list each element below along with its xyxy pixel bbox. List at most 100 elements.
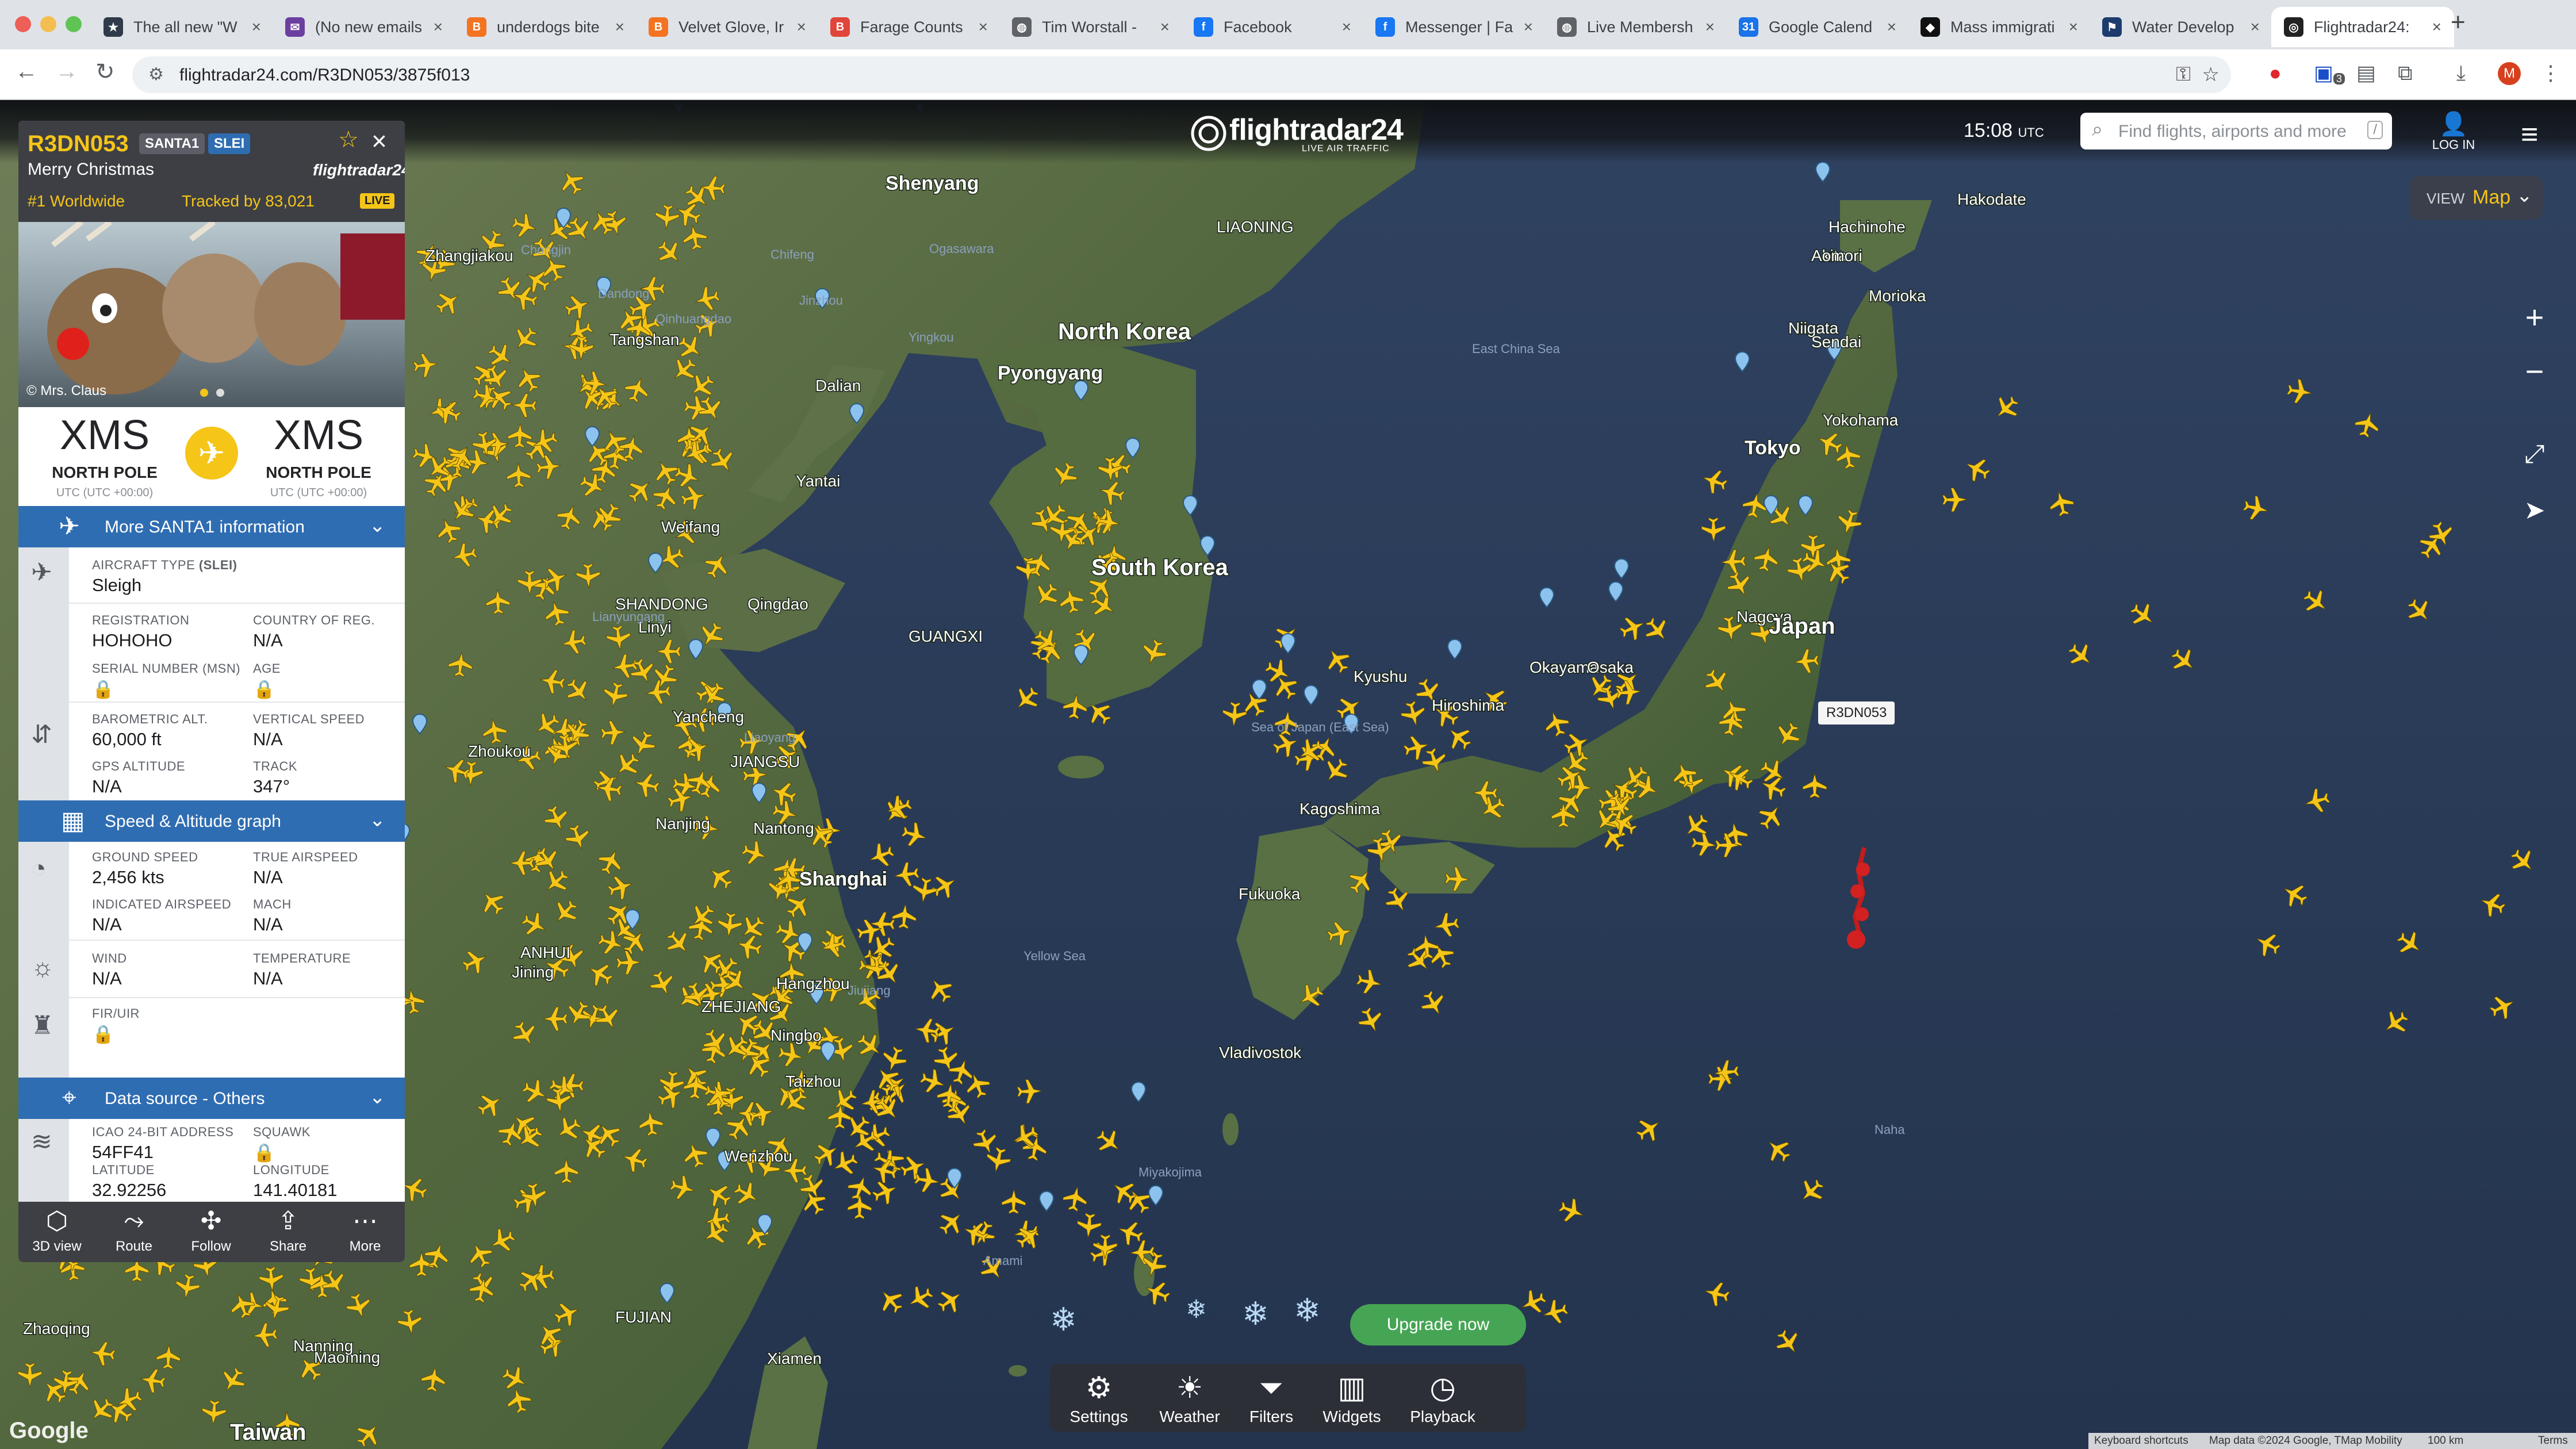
new-tab-button[interactable]: + [2451, 8, 2466, 37]
tab-title: Velvet Glove, Ir [678, 18, 784, 36]
weather-button[interactable]: ☀ Weather [1147, 1371, 1233, 1426]
browser-tab[interactable]: f Facebook × [1181, 7, 1364, 47]
route-button[interactable]: ⤳ Route [95, 1202, 172, 1262]
aircraft-type-badge: SLEI [208, 133, 251, 154]
share-button[interactable]: ⇪ Share [250, 1202, 327, 1262]
origin-timezone: UTC (UTC +00:00) [56, 486, 154, 499]
site-info-icon[interactable]: ⚙ [148, 64, 164, 85]
keyboard-shortcuts-link[interactable]: Keyboard shortcuts [2094, 1435, 2188, 1447]
destination-code[interactable]: XMS [232, 412, 405, 459]
widgets-button[interactable]: ▥ Widgets [1309, 1371, 1395, 1426]
fullscreen-icon[interactable]: ⤢ [2510, 430, 2559, 478]
browser-tab[interactable]: 31 Google Calend × [1726, 7, 1909, 47]
minimize-window-button[interactable] [40, 16, 56, 32]
settings-button[interactable]: ⚙ Settings [1056, 1371, 1142, 1426]
speed-body: GROUND SPEED 2,456 kts TRUE AIRSPEED N/A I… [69, 842, 405, 1078]
address-bar[interactable]: ⚙ flightradar24.com/R3DN053/3875f013 ⚿ ☆ [132, 56, 2231, 93]
data-source-section-toggle[interactable]: ⌖ Data source - Others ⌄ [18, 1078, 405, 1119]
amami-island [1222, 1113, 1239, 1145]
map-place-label: Jining [512, 963, 554, 981]
chevron-down-icon: ⌄ [369, 515, 386, 536]
zoom-window-button[interactable] [66, 16, 82, 32]
map-place-label: Morioka [1869, 287, 1926, 305]
close-tab-icon[interactable]: × [2069, 18, 2078, 36]
map-place-label: Xiamen [767, 1350, 822, 1367]
locate-me-icon[interactable]: ➤ [2510, 486, 2559, 535]
close-tab-icon[interactable]: × [797, 18, 806, 36]
tab-title: Messenger | Fa [1405, 18, 1513, 36]
close-tab-icon[interactable]: × [2432, 18, 2441, 36]
more-button[interactable]: ⋯ More [327, 1202, 404, 1262]
login-button[interactable]: 👤 LOG IN [2428, 110, 2479, 152]
map-place-label: Japan [1769, 614, 1835, 639]
close-panel-icon[interactable]: × [371, 125, 387, 156]
browser-menu-icon[interactable]: ⋮ [2540, 61, 2561, 85]
close-tab-icon[interactable]: × [434, 18, 443, 36]
selected-flight-map-label[interactable]: R3DN053 [1818, 702, 1895, 724]
close-tab-icon[interactable]: × [1887, 18, 1896, 36]
origin-city: NORTH POLE [52, 463, 158, 481]
back-icon[interactable]: ← [15, 59, 38, 85]
terms-link[interactable]: Terms [2538, 1435, 2568, 1447]
map-place-label: Wenzhou [724, 1147, 792, 1165]
browser-tab[interactable]: f Messenger | Fa × [1363, 7, 1546, 47]
close-tab-icon[interactable]: × [1705, 18, 1715, 36]
origin-code[interactable]: XMS [18, 412, 191, 459]
browser-tab[interactable]: Bunderdogs bite × [454, 7, 637, 47]
close-tab-icon[interactable]: × [252, 18, 261, 36]
browser-tab-active[interactable]: ◎ Flightradar24: × [2271, 7, 2454, 47]
extension-badge: 3 [2333, 73, 2345, 85]
close-tab-icon[interactable]: × [1342, 18, 1351, 36]
fr24-logo[interactable]: flightradar24 LIVE AIR TRAFFIC [1190, 112, 1404, 158]
aircraft-type-field: AIRCRAFT TYPE (SLEI) Sleigh [92, 558, 237, 595]
close-tab-icon[interactable]: × [615, 18, 624, 36]
map-place-label: FUJIAN [615, 1308, 672, 1326]
search-input[interactable]: ⌕ Find flights, airports and more / [2080, 113, 2392, 150]
browser-tab[interactable]: ◆ Mass immigrati × [1908, 7, 2091, 47]
extension-icon[interactable]: ▣ 3 [2314, 61, 2345, 85]
close-tab-icon[interactable]: × [1524, 18, 1533, 36]
3d-view-button[interactable]: ⬡ 3D view [18, 1202, 95, 1262]
photo-carousel-dots[interactable] [200, 389, 232, 400]
zoom-in-button[interactable]: + [2510, 293, 2559, 342]
browser-tab[interactable]: ◍ Tim Worstall - × [999, 7, 1182, 47]
more-info-section-toggle[interactable]: ✈ More SANTA1 information ⌄ [18, 506, 405, 547]
upgrade-now-button[interactable]: Upgrade now [1350, 1304, 1526, 1346]
logo-wordmark: flightradar24 [1229, 113, 1404, 147]
profile-avatar[interactable]: M [2498, 62, 2521, 85]
browser-tab[interactable]: ✉ (No new emails × [273, 7, 455, 47]
rss-icon[interactable]: ▤ [2356, 61, 2376, 85]
filters-button[interactable]: ⏷ Filters [1228, 1371, 1314, 1426]
speed-altitude-section-toggle[interactable]: ▦ Speed & Altitude graph ⌄ [18, 800, 405, 842]
browser-tab[interactable]: B Farage Counts × [818, 7, 1000, 47]
favorite-star-icon[interactable]: ☆ [338, 126, 359, 153]
map-place-label: Nantong [753, 819, 814, 837]
close-tab-icon[interactable]: × [1160, 18, 1170, 36]
close-tab-icon[interactable]: × [2251, 18, 2260, 36]
password-key-icon[interactable]: ⚿ [2176, 63, 2191, 86]
close-tab-icon[interactable]: × [979, 18, 988, 36]
follow-button[interactable]: ✣ Follow [172, 1202, 250, 1262]
zoom-out-button[interactable]: − [2510, 347, 2559, 396]
map-attribution-bar: Keyboard shortcuts Map data ©2024 Google… [2088, 1433, 2576, 1449]
download-icon[interactable]: ⤓ [2456, 61, 2466, 86]
puzzle-icon[interactable]: ⧉ [2398, 61, 2413, 86]
icao-address-field: ICAO 24-BIT ADDRESS 54FF41 [92, 1125, 234, 1162]
map-place-label: Dalian [815, 377, 861, 394]
aircraft-photo[interactable]: © Mrs. Claus [18, 222, 405, 407]
browser-tab[interactable]: B Velvet Glove, Ir × [636, 7, 819, 47]
track-field: TRACK 347° [253, 759, 298, 796]
temperature-field: TEMPERATURE N/A [253, 951, 351, 988]
close-window-button[interactable] [15, 16, 31, 32]
weather-icon: ☀ [1176, 1371, 1203, 1405]
browser-tab[interactable]: ★ The all new "W × [91, 7, 274, 47]
browser-tab[interactable]: ⚑ Water Develop × [2090, 7, 2272, 47]
reload-icon[interactable]: ↻ [95, 59, 115, 85]
browser-tab[interactable]: ◍ Live Membersh × [1544, 7, 1727, 47]
hamburger-menu-icon[interactable]: ≡ [2521, 117, 2538, 152]
bookmark-star-icon[interactable]: ☆ [2202, 63, 2220, 86]
forward-icon[interactable]: → [55, 59, 78, 85]
opera-extension-icon[interactable]: ● [2269, 61, 2282, 85]
playback-button[interactable]: ◷ Playback [1400, 1371, 1486, 1426]
view-selector[interactable]: VIEW Map ⌄ [2410, 176, 2543, 220]
